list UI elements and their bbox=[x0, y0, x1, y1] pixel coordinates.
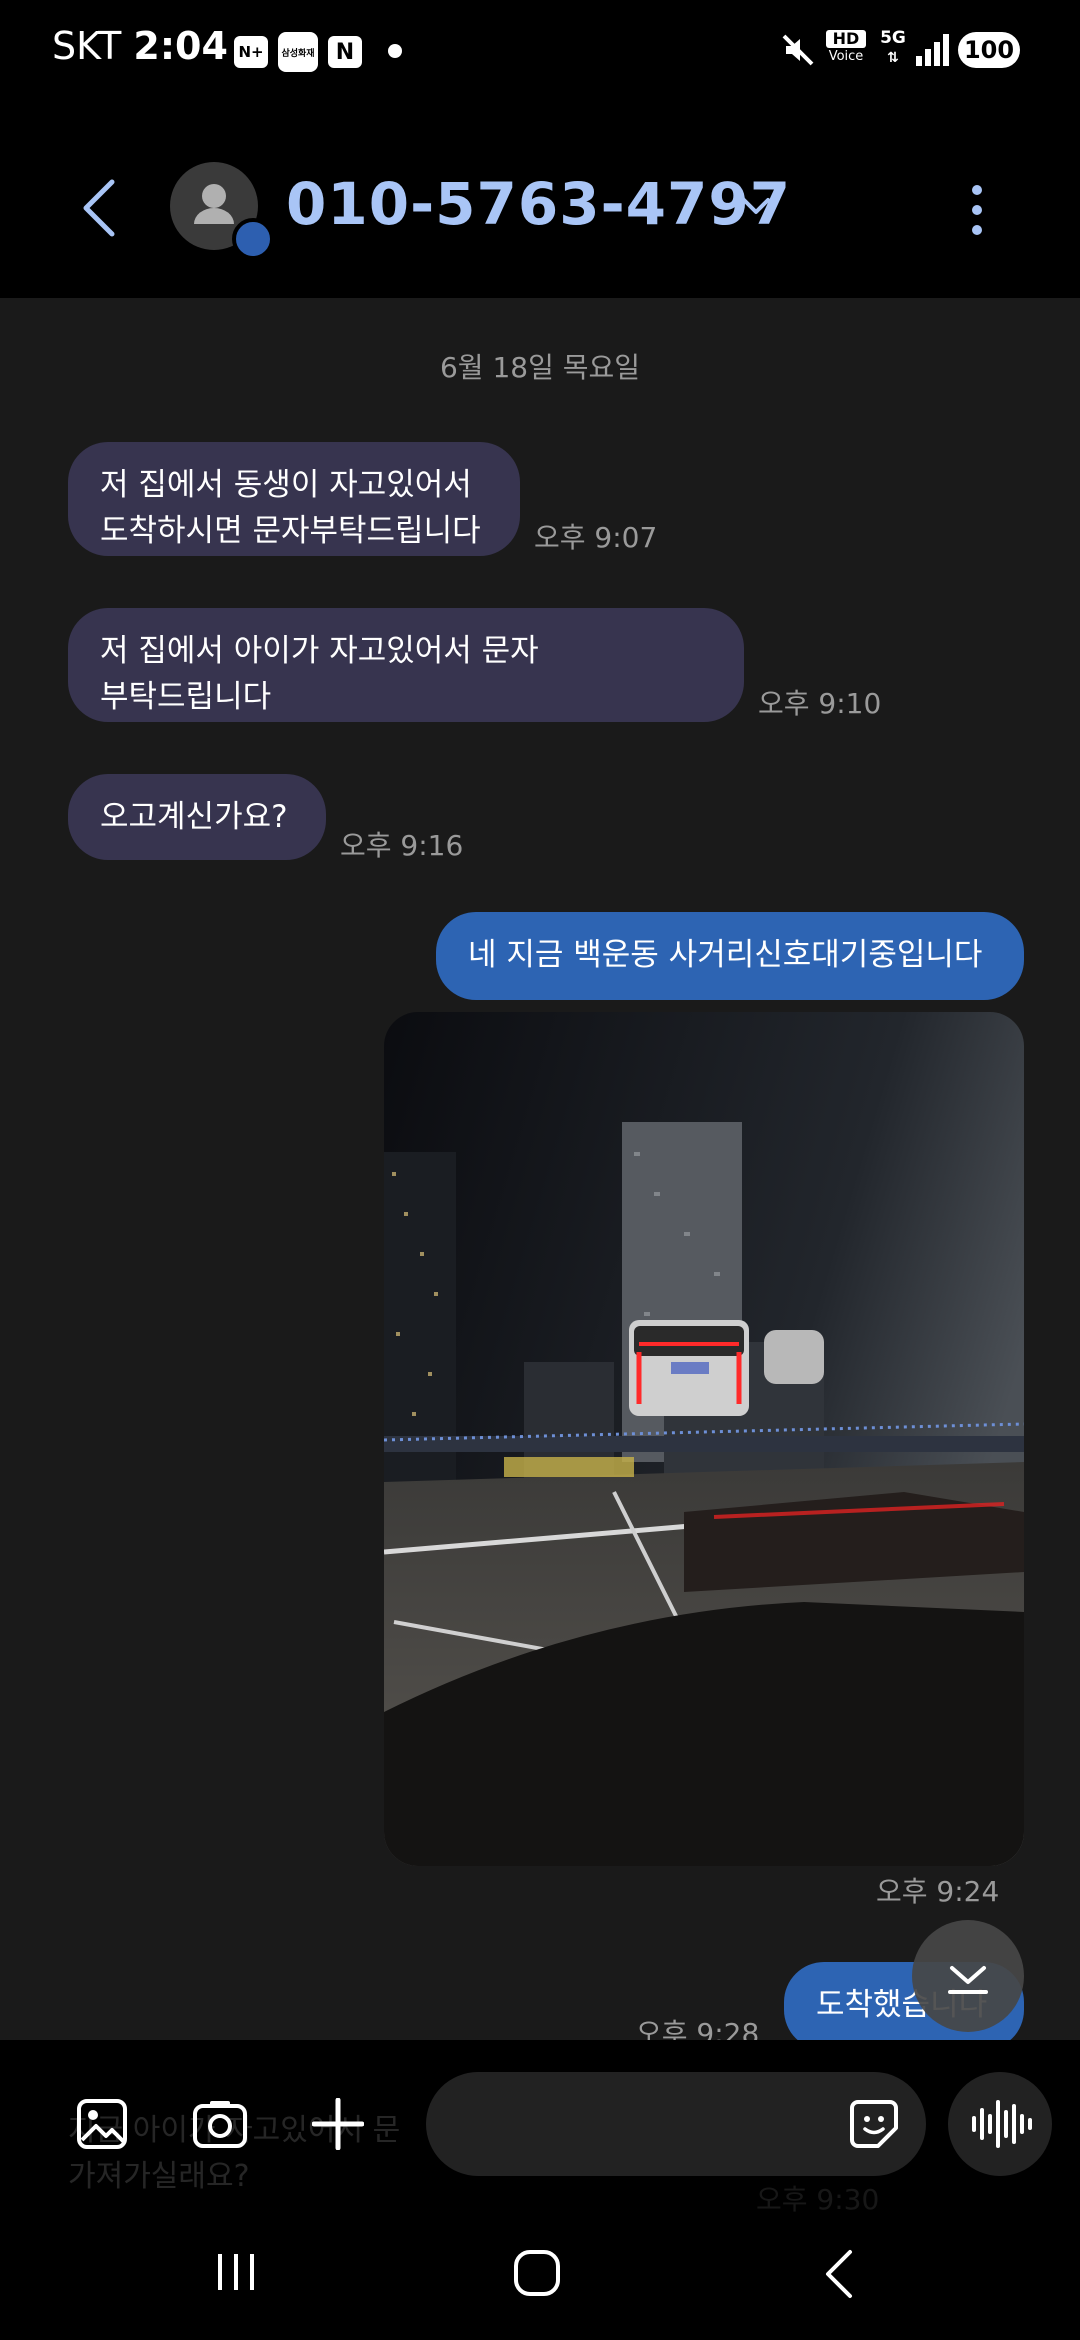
notification-icon-naver-plus: N+ bbox=[234, 36, 268, 68]
message-bubble-outgoing[interactable]: 네 지금 백운동 사거리신호대기중입니다 bbox=[436, 912, 1024, 1000]
notification-icon-naver: N bbox=[328, 36, 362, 68]
clock: 2:04 bbox=[133, 24, 228, 68]
nav-home-icon[interactable] bbox=[512, 2248, 562, 2298]
message-bubble-incoming[interactable]: 저 집에서 동생이 자고있어서 도착하시면 문자부탁드립니다 bbox=[68, 442, 520, 556]
contact-number[interactable]: 010-5763-4797 bbox=[286, 170, 791, 238]
battery-indicator: 100 bbox=[958, 32, 1020, 68]
message-line: 저 집에서 아이가 자고있어서 문자 bbox=[100, 633, 539, 669]
message-bubble-incoming[interactable]: 오고계신가요? bbox=[68, 774, 326, 860]
message-line: 네 지금 백운동 사거리신호대기중입니다 bbox=[468, 937, 983, 973]
date-separator: 6월 18일 목요일 bbox=[439, 351, 641, 384]
message-line: 오고계신가요? bbox=[100, 799, 288, 835]
voice-record-button[interactable] bbox=[948, 2072, 1052, 2176]
message-time: 오후 9:10 bbox=[758, 687, 882, 720]
message-time: 오후 9:07 bbox=[534, 521, 658, 554]
mute-icon bbox=[782, 34, 814, 66]
hd-voice-icon: HD Voice bbox=[826, 30, 866, 66]
message-line: 도착하시면 문자부탁드립니다 bbox=[100, 513, 481, 549]
camera-icon[interactable] bbox=[192, 2098, 248, 2150]
notification-icon-samsung-fire: 삼성화재 bbox=[278, 32, 318, 72]
signal-icon bbox=[916, 34, 949, 66]
voice-label: Voice bbox=[828, 49, 864, 64]
nav-back-icon[interactable] bbox=[820, 2248, 860, 2300]
network-5g-icon: 5G ⇅ bbox=[876, 28, 910, 68]
voice-wave-icon bbox=[972, 2100, 1032, 2148]
network-label: 5G bbox=[880, 28, 906, 48]
plus-icon[interactable] bbox=[312, 2098, 364, 2150]
scroll-down-icon bbox=[948, 1966, 988, 1994]
message-line: 저 집에서 동생이 자고있어서 bbox=[100, 467, 472, 503]
gallery-icon[interactable] bbox=[76, 2098, 128, 2150]
message-time: 오후 9:16 bbox=[340, 829, 464, 862]
carrier-label: SKT bbox=[52, 24, 122, 68]
back-arrow-icon[interactable] bbox=[78, 176, 122, 240]
data-arrows-icon: ⇅ bbox=[887, 50, 899, 66]
message-line: 부탁드립니다 bbox=[100, 679, 272, 715]
avatar-status-dot bbox=[232, 218, 274, 260]
hd-label: HD bbox=[826, 30, 866, 48]
sticker-icon[interactable] bbox=[848, 2098, 900, 2150]
nav-recents-icon[interactable] bbox=[212, 2250, 260, 2294]
message-time: 오후 9:24 bbox=[876, 1875, 1000, 1908]
message-time: 오후 9:30 bbox=[756, 2183, 880, 2216]
scroll-to-bottom-button[interactable] bbox=[912, 1920, 1024, 2032]
status-carrier-time: SKT 2:04 bbox=[52, 24, 228, 68]
notification-dot-icon bbox=[388, 44, 402, 58]
more-vert-icon[interactable] bbox=[966, 182, 988, 238]
message-bubble-incoming[interactable]: 저 집에서 아이가 자고있어서 문자 부탁드립니다 bbox=[68, 608, 744, 722]
chevron-down-icon[interactable] bbox=[740, 194, 772, 218]
night-street-photo bbox=[384, 1012, 1024, 1866]
photo-attachment[interactable] bbox=[384, 1012, 1024, 1866]
